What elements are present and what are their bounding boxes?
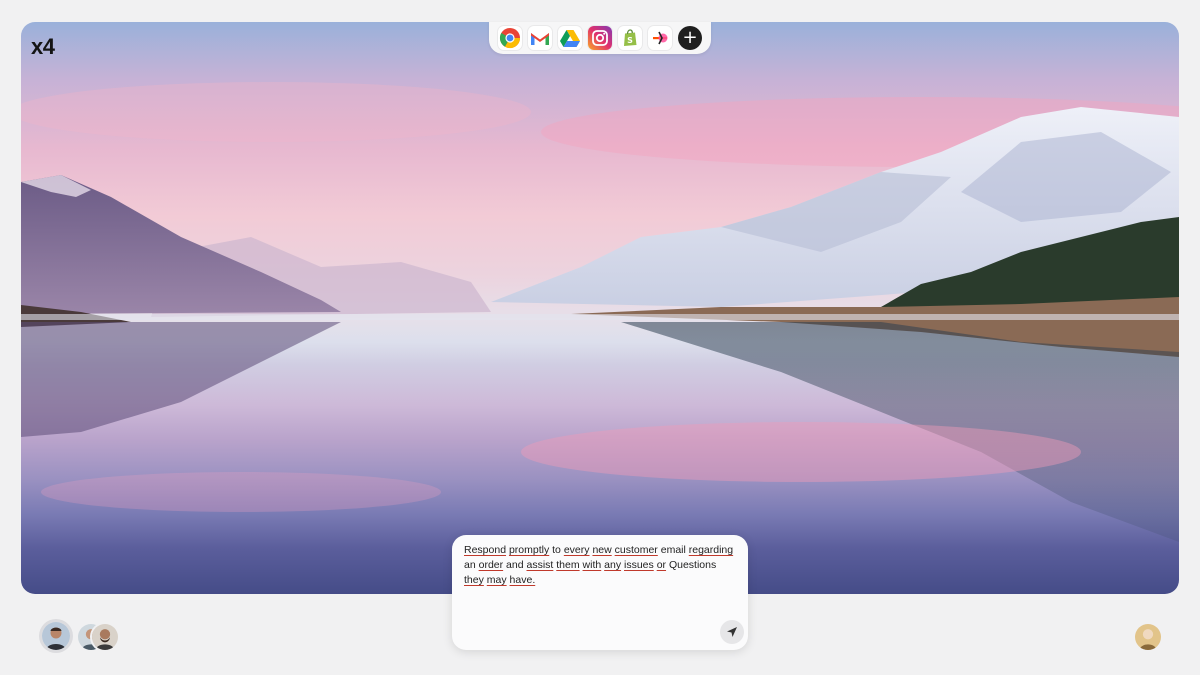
app-logo: x4: [31, 34, 55, 59]
app-dock: S +: [489, 22, 711, 54]
chrome-icon[interactable]: [498, 26, 522, 50]
google-drive-icon[interactable]: [558, 26, 582, 50]
shopify-icon[interactable]: S: [618, 26, 642, 50]
prompt-text[interactable]: Respond promptly to every new customer e…: [464, 543, 734, 588]
send-button[interactable]: [720, 620, 744, 644]
zapier-icon[interactable]: [648, 26, 672, 50]
profile-avatar[interactable]: [1135, 624, 1161, 650]
prompt-input[interactable]: Respond promptly to every new customer e…: [452, 535, 748, 650]
instagram-icon[interactable]: [588, 26, 612, 50]
plus-icon: +: [682, 27, 698, 48]
send-icon: [727, 627, 737, 637]
wallpaper: [21, 22, 1179, 594]
add-app-button[interactable]: +: [678, 26, 702, 50]
gmail-icon[interactable]: [528, 26, 552, 50]
user-avatar-group[interactable]: [92, 624, 118, 650]
svg-text:S: S: [627, 36, 633, 45]
user-avatar-active[interactable]: [42, 622, 70, 650]
landscape-image: [21, 82, 1179, 542]
